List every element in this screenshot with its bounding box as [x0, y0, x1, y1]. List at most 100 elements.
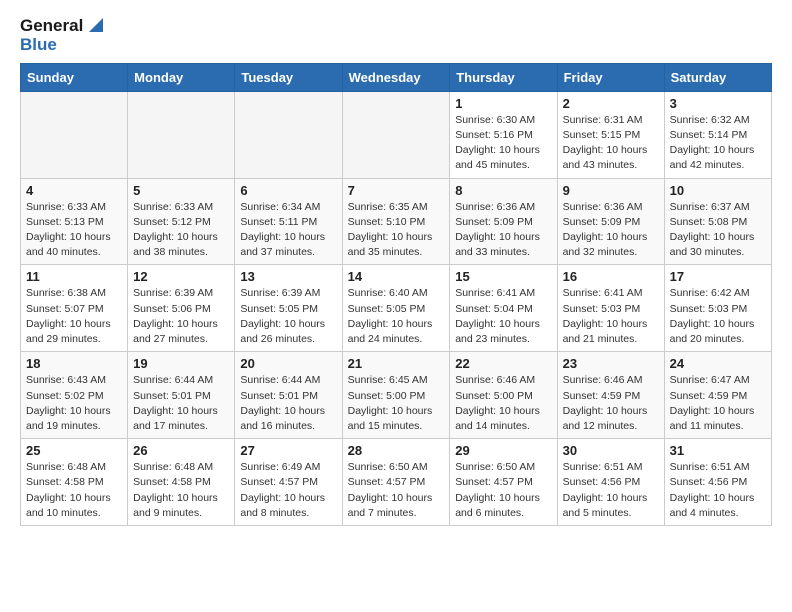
logo: General Blue: [20, 16, 107, 55]
calendar-cell: 30 Sunrise: 6:51 AM Sunset: 4:56 PM Dayli…: [557, 439, 664, 526]
calendar-cell: 22 Sunrise: 6:46 AM Sunset: 5:00 PM Dayli…: [450, 352, 557, 439]
day-number: 8: [455, 183, 551, 198]
calendar-cell: 6 Sunrise: 6:34 AM Sunset: 5:11 PM Daylig…: [235, 178, 342, 265]
calendar-cell: 19 Sunrise: 6:44 AM Sunset: 5:01 PM Dayli…: [128, 352, 235, 439]
calendar-cell: 2Sunrise: 6:31 AM Sunset: 5:15 PM Daylig…: [557, 91, 664, 178]
day-info: Sunrise: 6:30 AM Sunset: 5:16 PM Dayligh…: [455, 113, 551, 174]
day-number: 11: [26, 269, 122, 284]
calendar-cell: 16 Sunrise: 6:41 AM Sunset: 5:03 PM Dayli…: [557, 265, 664, 352]
logo-graphic: General Blue: [20, 16, 107, 55]
day-info: Sunrise: 6:33 AM Sunset: 5:13 PM Dayligh…: [26, 200, 122, 261]
calendar-week-2: 4 Sunrise: 6:33 AM Sunset: 5:13 PM Daylig…: [21, 178, 772, 265]
day-info: Sunrise: 6:48 AM Sunset: 4:58 PM Dayligh…: [26, 460, 122, 521]
calendar-week-3: 11 Sunrise: 6:38 AM Sunset: 5:07 PM Dayli…: [21, 265, 772, 352]
day-number: 20: [240, 356, 336, 371]
day-info: Sunrise: 6:42 AM Sunset: 5:03 PM Dayligh…: [670, 286, 766, 347]
day-info: Sunrise: 6:50 AM Sunset: 4:57 PM Dayligh…: [348, 460, 445, 521]
day-number: 22: [455, 356, 551, 371]
calendar-cell: 20Sunrise: 6:44 AM Sunset: 5:01 PM Dayli…: [235, 352, 342, 439]
calendar-cell: 7 Sunrise: 6:35 AM Sunset: 5:10 PM Daylig…: [342, 178, 450, 265]
calendar-cell: 17 Sunrise: 6:42 AM Sunset: 5:03 PM Dayli…: [664, 265, 771, 352]
calendar-cell: 26 Sunrise: 6:48 AM Sunset: 4:58 PM Dayli…: [128, 439, 235, 526]
day-number: 26: [133, 443, 229, 458]
calendar-week-1: 1 Sunrise: 6:30 AM Sunset: 5:16 PM Daylig…: [21, 91, 772, 178]
day-info: Sunrise: 6:44 AM Sunset: 5:01 PM Dayligh…: [133, 373, 229, 434]
calendar-table: SundayMondayTuesdayWednesdayThursdayFrid…: [20, 63, 772, 526]
calendar-cell: [235, 91, 342, 178]
calendar-cell: 15Sunrise: 6:41 AM Sunset: 5:04 PM Dayli…: [450, 265, 557, 352]
day-number: 5: [133, 183, 229, 198]
day-info: Sunrise: 6:51 AM Sunset: 4:56 PM Dayligh…: [563, 460, 659, 521]
day-number: 18: [26, 356, 122, 371]
logo-blue: Blue: [20, 36, 57, 55]
calendar-cell: 11 Sunrise: 6:38 AM Sunset: 5:07 PM Dayli…: [21, 265, 128, 352]
calendar-cell: 12 Sunrise: 6:39 AM Sunset: 5:06 PM Dayli…: [128, 265, 235, 352]
day-info: Sunrise: 6:34 AM Sunset: 5:11 PM Dayligh…: [240, 200, 336, 261]
calendar-cell: 8 Sunrise: 6:36 AM Sunset: 5:09 PM Daylig…: [450, 178, 557, 265]
day-number: 17: [670, 269, 766, 284]
weekday-header-saturday: Saturday: [664, 63, 771, 91]
day-number: 28: [348, 443, 445, 458]
day-number: 10: [670, 183, 766, 198]
calendar-header-row: SundayMondayTuesdayWednesdayThursdayFrid…: [21, 63, 772, 91]
day-number: 3: [670, 96, 766, 111]
day-info: Sunrise: 6:46 AM Sunset: 5:00 PM Dayligh…: [455, 373, 551, 434]
day-number: 23: [563, 356, 659, 371]
day-number: 16: [563, 269, 659, 284]
day-number: 25: [26, 443, 122, 458]
calendar-cell: 28 Sunrise: 6:50 AM Sunset: 4:57 PM Dayli…: [342, 439, 450, 526]
calendar-cell: 31Sunrise: 6:51 AM Sunset: 4:56 PM Dayli…: [664, 439, 771, 526]
day-info: Sunrise: 6:45 AM Sunset: 5:00 PM Dayligh…: [348, 373, 445, 434]
day-number: 30: [563, 443, 659, 458]
weekday-header-thursday: Thursday: [450, 63, 557, 91]
calendar-cell: [21, 91, 128, 178]
day-number: 24: [670, 356, 766, 371]
calendar-cell: 13 Sunrise: 6:39 AM Sunset: 5:05 PM Dayli…: [235, 265, 342, 352]
day-number: 15: [455, 269, 551, 284]
day-info: Sunrise: 6:46 AM Sunset: 4:59 PM Dayligh…: [563, 373, 659, 434]
logo-arrow-icon: [85, 14, 107, 36]
weekday-header-monday: Monday: [128, 63, 235, 91]
day-number: 21: [348, 356, 445, 371]
day-info: Sunrise: 6:39 AM Sunset: 5:06 PM Dayligh…: [133, 286, 229, 347]
day-info: Sunrise: 6:49 AM Sunset: 4:57 PM Dayligh…: [240, 460, 336, 521]
day-info: Sunrise: 6:41 AM Sunset: 5:03 PM Dayligh…: [563, 286, 659, 347]
day-number: 12: [133, 269, 229, 284]
logo-general: General: [20, 17, 83, 36]
calendar-cell: 23 Sunrise: 6:46 AM Sunset: 4:59 PM Dayli…: [557, 352, 664, 439]
day-info: Sunrise: 6:51 AM Sunset: 4:56 PM Dayligh…: [670, 460, 766, 521]
weekday-header-sunday: Sunday: [21, 63, 128, 91]
day-info: Sunrise: 6:47 AM Sunset: 4:59 PM Dayligh…: [670, 373, 766, 434]
day-info: Sunrise: 6:48 AM Sunset: 4:58 PM Dayligh…: [133, 460, 229, 521]
day-info: Sunrise: 6:39 AM Sunset: 5:05 PM Dayligh…: [240, 286, 336, 347]
day-number: 13: [240, 269, 336, 284]
day-info: Sunrise: 6:32 AM Sunset: 5:14 PM Dayligh…: [670, 113, 766, 174]
day-info: Sunrise: 6:35 AM Sunset: 5:10 PM Dayligh…: [348, 200, 445, 261]
page-header: General Blue: [20, 16, 772, 55]
calendar-cell: 14 Sunrise: 6:40 AM Sunset: 5:05 PM Dayli…: [342, 265, 450, 352]
day-number: 14: [348, 269, 445, 284]
calendar-cell: 9Sunrise: 6:36 AM Sunset: 5:09 PM Daylig…: [557, 178, 664, 265]
day-number: 27: [240, 443, 336, 458]
day-number: 6: [240, 183, 336, 198]
day-info: Sunrise: 6:37 AM Sunset: 5:08 PM Dayligh…: [670, 200, 766, 261]
day-info: Sunrise: 6:38 AM Sunset: 5:07 PM Dayligh…: [26, 286, 122, 347]
calendar-week-4: 18 Sunrise: 6:43 AM Sunset: 5:02 PM Dayli…: [21, 352, 772, 439]
calendar-cell: [128, 91, 235, 178]
calendar-cell: 1 Sunrise: 6:30 AM Sunset: 5:16 PM Daylig…: [450, 91, 557, 178]
weekday-header-wednesday: Wednesday: [342, 63, 450, 91]
weekday-header-tuesday: Tuesday: [235, 63, 342, 91]
calendar-week-5: 25 Sunrise: 6:48 AM Sunset: 4:58 PM Dayli…: [21, 439, 772, 526]
day-number: 29: [455, 443, 551, 458]
day-info: Sunrise: 6:33 AM Sunset: 5:12 PM Dayligh…: [133, 200, 229, 261]
calendar-cell: 5 Sunrise: 6:33 AM Sunset: 5:12 PM Daylig…: [128, 178, 235, 265]
day-number: 4: [26, 183, 122, 198]
calendar-cell: 27 Sunrise: 6:49 AM Sunset: 4:57 PM Dayli…: [235, 439, 342, 526]
day-number: 1: [455, 96, 551, 111]
day-number: 9: [563, 183, 659, 198]
day-number: 7: [348, 183, 445, 198]
day-info: Sunrise: 6:36 AM Sunset: 5:09 PM Dayligh…: [455, 200, 551, 261]
day-info: Sunrise: 6:43 AM Sunset: 5:02 PM Dayligh…: [26, 373, 122, 434]
day-number: 19: [133, 356, 229, 371]
day-info: Sunrise: 6:40 AM Sunset: 5:05 PM Dayligh…: [348, 286, 445, 347]
